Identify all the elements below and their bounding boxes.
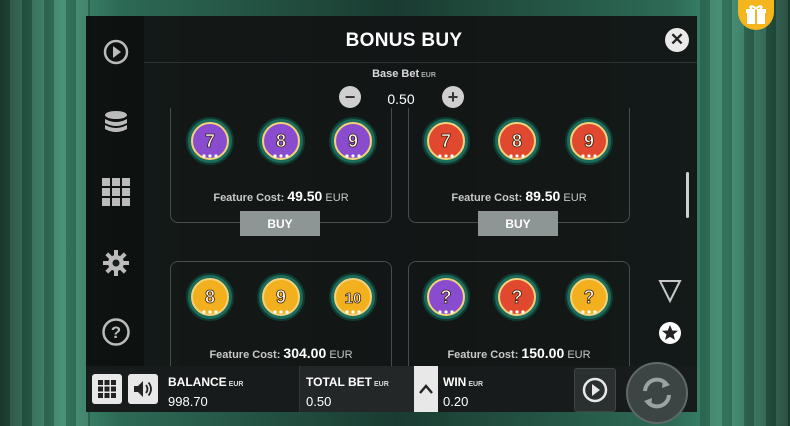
dialog-title: BONUS BUY	[345, 30, 463, 51]
feature-2-symbol-3: 9	[564, 116, 614, 166]
feature-4-cost-currency: EUR	[567, 349, 591, 361]
scrollbar-thumb[interactable]	[686, 172, 689, 218]
feature-3-cost: Feature Cost: 304.00 EUR	[166, 345, 396, 361]
total-bet-label: TOTAL BET EUR	[306, 375, 389, 389]
increase-bet-button[interactable]: +	[442, 86, 464, 108]
feature-2-symbol-2: 8	[492, 116, 542, 166]
feature-4-cost-value: 150.00	[521, 345, 565, 361]
bet-expand-button[interactable]	[414, 366, 438, 412]
feature-1-cost-label: Feature Cost:	[213, 192, 285, 204]
feature-4-symbol-2: ?	[492, 272, 542, 322]
svg-text:8: 8	[512, 131, 522, 151]
svg-text:7: 7	[205, 131, 215, 151]
grid-menu-icon	[98, 380, 116, 398]
curtain-left	[0, 0, 90, 426]
close-icon: ✕	[669, 30, 685, 49]
balance-label: BALANCE EUR	[168, 375, 244, 389]
feature-1-symbol-3: 9	[328, 116, 378, 166]
feature-3-symbol-3: 10	[328, 272, 378, 322]
spin-arrows-icon	[643, 377, 671, 409]
feature-1-symbol-2: 8	[256, 116, 306, 166]
svg-text:7: 7	[441, 131, 451, 151]
base-bet-label: Base Bet EUR	[144, 68, 664, 80]
feature-3-cost-label: Feature Cost:	[209, 349, 281, 361]
svg-text:8: 8	[205, 287, 215, 307]
star-badge-icon[interactable]	[657, 320, 683, 351]
divider	[144, 62, 697, 63]
win-label: WIN EUR	[443, 375, 484, 389]
total-bet-value: 0.50	[306, 394, 332, 409]
feature-2-buy-button[interactable]: BUY	[478, 211, 558, 236]
feature-4-cost-label: Feature Cost:	[447, 349, 519, 361]
feature-2-symbol-1: 7	[421, 116, 471, 166]
sound-button[interactable]	[128, 374, 158, 404]
feature-3-symbol-1: 8	[185, 272, 235, 322]
total-bet-box: TOTAL BET EUR 0.50	[299, 366, 414, 412]
feature-1-cost-currency: EUR	[325, 192, 349, 204]
svg-text:9: 9	[584, 131, 594, 151]
feature-4-symbol-3: ?	[564, 272, 614, 322]
feature-2-cost-value: 89.50	[525, 188, 561, 204]
play-circle-icon[interactable]	[101, 37, 131, 67]
feature-3-cost-currency: EUR	[329, 349, 353, 361]
menu-grid-button[interactable]	[92, 374, 122, 404]
feature-2-cost-currency: EUR	[563, 192, 587, 204]
feature-4-symbol-1: ?	[421, 272, 471, 322]
feature-2-cost: Feature Cost: 89.50 EUR	[404, 188, 634, 204]
svg-text:?: ?	[111, 323, 121, 342]
shield-outline-icon[interactable]	[657, 278, 683, 309]
feature-1-symbol-1: 7	[185, 116, 235, 166]
feature-1-cost-value: 49.50	[287, 188, 323, 204]
win-value: 0.20	[443, 394, 469, 409]
svg-text:9: 9	[348, 131, 358, 151]
coin-stack-icon[interactable]	[101, 107, 131, 137]
close-button[interactable]: ✕	[665, 28, 689, 52]
svg-text:8: 8	[276, 131, 286, 151]
spin-button[interactable]	[626, 362, 688, 424]
svg-text:?: ?	[512, 287, 523, 307]
win-box: WIN EUR 0.20	[437, 366, 567, 412]
speaker-icon	[134, 381, 152, 397]
feature-1-buy-button[interactable]: BUY	[240, 211, 320, 236]
gear-icon[interactable]	[101, 248, 131, 278]
feature-4-cost: Feature Cost: 150.00 EUR	[404, 345, 634, 361]
grid-icon[interactable]	[101, 177, 131, 207]
svg-text:?: ?	[584, 287, 595, 307]
help-icon[interactable]: ?	[101, 317, 131, 347]
autoplay-icon	[582, 377, 608, 403]
svg-text:9: 9	[276, 287, 286, 307]
decrease-bet-button[interactable]: −	[339, 86, 361, 108]
base-bet-text: Base Bet	[372, 68, 420, 80]
plus-icon: +	[447, 87, 459, 107]
feature-3-symbol-2: 9	[256, 272, 306, 322]
feature-3-cost-value: 304.00	[283, 345, 327, 361]
balance-box: BALANCE EUR 998.70	[162, 366, 298, 412]
base-bet-value: 0.50	[387, 91, 415, 107]
minus-icon: −	[344, 87, 356, 107]
svg-text:10: 10	[345, 290, 362, 307]
curtain-right	[700, 0, 790, 426]
chevron-up-icon	[419, 384, 433, 394]
feature-1-cost: Feature Cost: 49.50 EUR	[166, 188, 396, 204]
base-bet-currency: EUR	[421, 72, 436, 79]
autoplay-button[interactable]	[574, 368, 616, 412]
svg-text:?: ?	[441, 287, 452, 307]
feature-2-cost-label: Feature Cost:	[451, 192, 523, 204]
balance-value: 998.70	[168, 394, 208, 409]
